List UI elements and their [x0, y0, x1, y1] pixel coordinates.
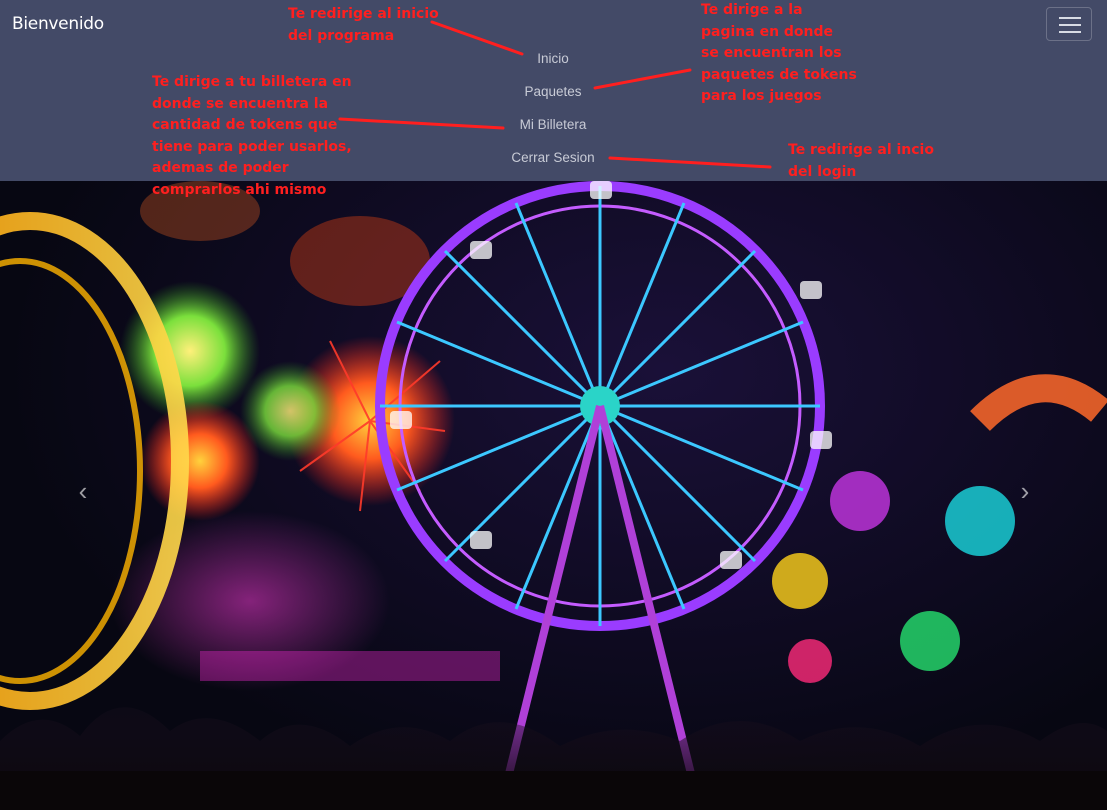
fair-night-scene: [0, 181, 1107, 810]
navbar-toggle-button[interactable]: [1046, 7, 1092, 41]
nav-link-paquetes[interactable]: Paquetes: [483, 84, 623, 99]
nav-link-mi-billetera[interactable]: Mi Billetera: [483, 117, 623, 132]
annotation-paquetes: Te dirige a la pagina en donde se encuen…: [701, 2, 857, 104]
chevron-right-icon[interactable]: ›: [1010, 476, 1040, 506]
nav-link-inicio[interactable]: Inicio: [483, 51, 623, 66]
annotation-inicio: Te redirige al inicio del programa: [288, 6, 439, 44]
hamburger-icon-bar: [1059, 31, 1081, 33]
carousel-hero-image: ‹ ›: [0, 181, 1107, 810]
brand-title[interactable]: Bienvenido: [12, 14, 104, 34]
annotation-billetera: Te dirige a tu billetera en donde se enc…: [152, 74, 352, 198]
annotation-cerrar-sesion: Te redirige al incio del login: [788, 142, 934, 180]
hamburger-icon: [1059, 17, 1081, 19]
chevron-left-icon[interactable]: ‹: [68, 476, 98, 506]
ferris-wheel: [375, 181, 832, 810]
nav-link-cerrar-sesion[interactable]: Cerrar Sesion: [483, 150, 623, 165]
hamburger-icon-bar: [1059, 24, 1081, 26]
